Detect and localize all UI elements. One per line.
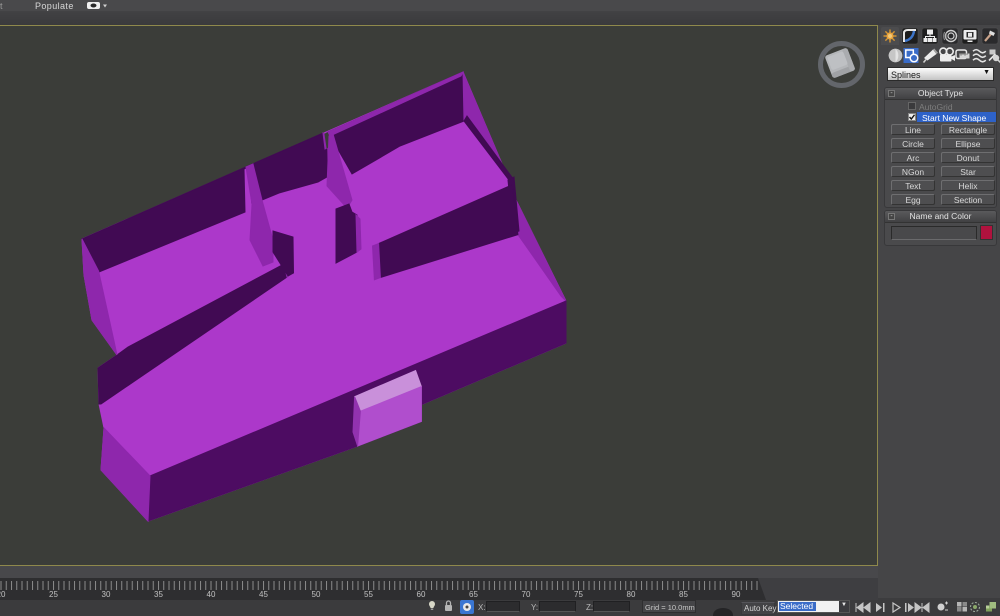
svg-text:40: 40 bbox=[207, 590, 216, 599]
svg-text:85: 85 bbox=[679, 590, 688, 599]
svg-text:75: 75 bbox=[574, 590, 583, 599]
svg-text:45: 45 bbox=[259, 590, 268, 599]
svg-text:25: 25 bbox=[49, 590, 58, 599]
svg-text:35: 35 bbox=[154, 590, 163, 599]
svg-text:30: 30 bbox=[102, 590, 111, 599]
svg-text:55: 55 bbox=[364, 590, 373, 599]
svg-text:80: 80 bbox=[627, 590, 636, 599]
svg-text:90: 90 bbox=[732, 590, 741, 599]
svg-text:50: 50 bbox=[312, 590, 321, 599]
svg-text:70: 70 bbox=[522, 590, 531, 599]
svg-text:20: 20 bbox=[0, 590, 6, 599]
